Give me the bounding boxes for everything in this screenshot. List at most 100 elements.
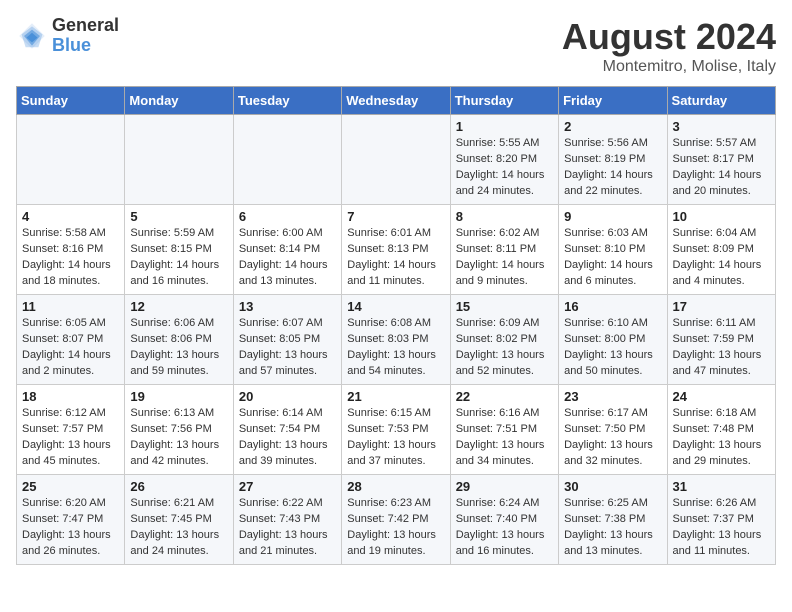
- calendar-cell: [17, 115, 125, 205]
- calendar-cell: 14 Sunrise: 6:08 AM Sunset: 8:03 PM Dayli…: [342, 295, 450, 385]
- day-info: Sunrise: 5:59 AM Sunset: 8:15 PM Dayligh…: [130, 226, 227, 290]
- subtitle: Montemitro, Molise, Italy: [562, 58, 776, 76]
- day-number: 10: [673, 209, 770, 224]
- day-info: Sunrise: 5:56 AM Sunset: 8:19 PM Dayligh…: [564, 136, 661, 200]
- day-info: Sunrise: 6:12 AM Sunset: 7:57 PM Dayligh…: [22, 406, 119, 470]
- day-info: Sunrise: 6:01 AM Sunset: 8:13 PM Dayligh…: [347, 226, 444, 290]
- day-info: Sunrise: 6:17 AM Sunset: 7:50 PM Dayligh…: [564, 406, 661, 470]
- day-info: Sunrise: 6:06 AM Sunset: 8:06 PM Dayligh…: [130, 316, 227, 380]
- week-row-4: 18Sunrise: 6:12 AM Sunset: 7:57 PM Dayli…: [17, 385, 776, 475]
- week-row-2: 4 Sunrise: 5:58 AM Sunset: 8:16 PM Daylig…: [17, 205, 776, 295]
- day-number: 20: [239, 389, 336, 404]
- day-number: 2: [564, 119, 661, 134]
- logo-icon: [16, 20, 48, 52]
- week-row-1: 1 Sunrise: 5:55 AM Sunset: 8:20 PM Daylig…: [17, 115, 776, 205]
- day-number: 13: [239, 299, 336, 314]
- day-number: 7: [347, 209, 444, 224]
- calendar-cell: 11 Sunrise: 6:05 AM Sunset: 8:07 PM Dayli…: [17, 295, 125, 385]
- weekday-header-saturday: Saturday: [667, 87, 775, 115]
- calendar-cell: 31Sunrise: 6:26 AM Sunset: 7:37 PM Dayli…: [667, 475, 775, 565]
- calendar-cell: 15 Sunrise: 6:09 AM Sunset: 8:02 PM Dayli…: [450, 295, 558, 385]
- calendar-cell: 2 Sunrise: 5:56 AM Sunset: 8:19 PM Daylig…: [559, 115, 667, 205]
- calendar-cell: 16 Sunrise: 6:10 AM Sunset: 8:00 PM Dayli…: [559, 295, 667, 385]
- day-number: 30: [564, 479, 661, 494]
- day-number: 26: [130, 479, 227, 494]
- weekday-header-thursday: Thursday: [450, 87, 558, 115]
- weekday-header-friday: Friday: [559, 87, 667, 115]
- week-row-5: 25Sunrise: 6:20 AM Sunset: 7:47 PM Dayli…: [17, 475, 776, 565]
- calendar-table: SundayMondayTuesdayWednesdayThursdayFrid…: [16, 86, 776, 565]
- day-number: 3: [673, 119, 770, 134]
- calendar-cell: 1 Sunrise: 5:55 AM Sunset: 8:20 PM Daylig…: [450, 115, 558, 205]
- calendar-cell: 12Sunrise: 6:06 AM Sunset: 8:06 PM Dayli…: [125, 295, 233, 385]
- day-info: Sunrise: 6:08 AM Sunset: 8:03 PM Dayligh…: [347, 316, 444, 380]
- day-info: Sunrise: 6:04 AM Sunset: 8:09 PM Dayligh…: [673, 226, 770, 290]
- day-info: Sunrise: 6:03 AM Sunset: 8:10 PM Dayligh…: [564, 226, 661, 290]
- day-number: 24: [673, 389, 770, 404]
- day-number: 14: [347, 299, 444, 314]
- calendar-cell: 29 Sunrise: 6:24 AM Sunset: 7:40 PM Dayli…: [450, 475, 558, 565]
- day-number: 4: [22, 209, 119, 224]
- day-number: 8: [456, 209, 553, 224]
- day-number: 6: [239, 209, 336, 224]
- day-info: Sunrise: 6:02 AM Sunset: 8:11 PM Dayligh…: [456, 226, 553, 290]
- weekday-header-wednesday: Wednesday: [342, 87, 450, 115]
- day-number: 11: [22, 299, 119, 314]
- calendar-cell: 19 Sunrise: 6:13 AM Sunset: 7:56 PM Dayli…: [125, 385, 233, 475]
- calendar-cell: 10 Sunrise: 6:04 AM Sunset: 8:09 PM Dayli…: [667, 205, 775, 295]
- calendar-cell: 18Sunrise: 6:12 AM Sunset: 7:57 PM Dayli…: [17, 385, 125, 475]
- week-row-3: 11 Sunrise: 6:05 AM Sunset: 8:07 PM Dayli…: [17, 295, 776, 385]
- calendar-cell: 25Sunrise: 6:20 AM Sunset: 7:47 PM Dayli…: [17, 475, 125, 565]
- weekday-header-tuesday: Tuesday: [233, 87, 341, 115]
- day-info: Sunrise: 5:58 AM Sunset: 8:16 PM Dayligh…: [22, 226, 119, 290]
- day-number: 19: [130, 389, 227, 404]
- calendar-cell: 21Sunrise: 6:15 AM Sunset: 7:53 PM Dayli…: [342, 385, 450, 475]
- day-number: 25: [22, 479, 119, 494]
- day-info: Sunrise: 6:23 AM Sunset: 7:42 PM Dayligh…: [347, 496, 444, 560]
- weekday-header-row: SundayMondayTuesdayWednesdayThursdayFrid…: [17, 87, 776, 115]
- calendar-cell: 4 Sunrise: 5:58 AM Sunset: 8:16 PM Daylig…: [17, 205, 125, 295]
- calendar-cell: 9 Sunrise: 6:03 AM Sunset: 8:10 PM Daylig…: [559, 205, 667, 295]
- day-number: 9: [564, 209, 661, 224]
- calendar-cell: [233, 115, 341, 205]
- day-number: 29: [456, 479, 553, 494]
- weekday-header-sunday: Sunday: [17, 87, 125, 115]
- day-info: Sunrise: 6:25 AM Sunset: 7:38 PM Dayligh…: [564, 496, 661, 560]
- calendar-cell: 20 Sunrise: 6:14 AM Sunset: 7:54 PM Dayli…: [233, 385, 341, 475]
- calendar-cell: 27Sunrise: 6:22 AM Sunset: 7:43 PM Dayli…: [233, 475, 341, 565]
- day-info: Sunrise: 6:13 AM Sunset: 7:56 PM Dayligh…: [130, 406, 227, 470]
- day-info: Sunrise: 6:05 AM Sunset: 8:07 PM Dayligh…: [22, 316, 119, 380]
- logo-text: General Blue: [52, 16, 119, 56]
- day-info: Sunrise: 6:18 AM Sunset: 7:48 PM Dayligh…: [673, 406, 770, 470]
- calendar-cell: 23 Sunrise: 6:17 AM Sunset: 7:50 PM Dayli…: [559, 385, 667, 475]
- main-title: August 2024: [562, 16, 776, 58]
- day-number: 1: [456, 119, 553, 134]
- day-info: Sunrise: 6:24 AM Sunset: 7:40 PM Dayligh…: [456, 496, 553, 560]
- calendar-cell: 26 Sunrise: 6:21 AM Sunset: 7:45 PM Dayli…: [125, 475, 233, 565]
- weekday-header-monday: Monday: [125, 87, 233, 115]
- calendar-cell: 7 Sunrise: 6:01 AM Sunset: 8:13 PM Daylig…: [342, 205, 450, 295]
- day-info: Sunrise: 6:14 AM Sunset: 7:54 PM Dayligh…: [239, 406, 336, 470]
- day-info: Sunrise: 6:26 AM Sunset: 7:37 PM Dayligh…: [673, 496, 770, 560]
- day-info: Sunrise: 6:07 AM Sunset: 8:05 PM Dayligh…: [239, 316, 336, 380]
- day-info: Sunrise: 6:10 AM Sunset: 8:00 PM Dayligh…: [564, 316, 661, 380]
- title-block: August 2024 Montemitro, Molise, Italy: [562, 16, 776, 76]
- day-number: 23: [564, 389, 661, 404]
- day-number: 17: [673, 299, 770, 314]
- calendar-cell: 6Sunrise: 6:00 AM Sunset: 8:14 PM Daylig…: [233, 205, 341, 295]
- calendar-cell: [125, 115, 233, 205]
- day-number: 22: [456, 389, 553, 404]
- day-number: 28: [347, 479, 444, 494]
- day-info: Sunrise: 6:09 AM Sunset: 8:02 PM Dayligh…: [456, 316, 553, 380]
- calendar-cell: 22Sunrise: 6:16 AM Sunset: 7:51 PM Dayli…: [450, 385, 558, 475]
- day-number: 15: [456, 299, 553, 314]
- day-info: Sunrise: 5:55 AM Sunset: 8:20 PM Dayligh…: [456, 136, 553, 200]
- day-info: Sunrise: 5:57 AM Sunset: 8:17 PM Dayligh…: [673, 136, 770, 200]
- calendar-cell: 13 Sunrise: 6:07 AM Sunset: 8:05 PM Dayli…: [233, 295, 341, 385]
- day-number: 16: [564, 299, 661, 314]
- logo: General Blue: [16, 16, 119, 56]
- day-info: Sunrise: 6:21 AM Sunset: 7:45 PM Dayligh…: [130, 496, 227, 560]
- calendar-cell: 28 Sunrise: 6:23 AM Sunset: 7:42 PM Dayli…: [342, 475, 450, 565]
- calendar-cell: 5Sunrise: 5:59 AM Sunset: 8:15 PM Daylig…: [125, 205, 233, 295]
- day-info: Sunrise: 6:11 AM Sunset: 7:59 PM Dayligh…: [673, 316, 770, 380]
